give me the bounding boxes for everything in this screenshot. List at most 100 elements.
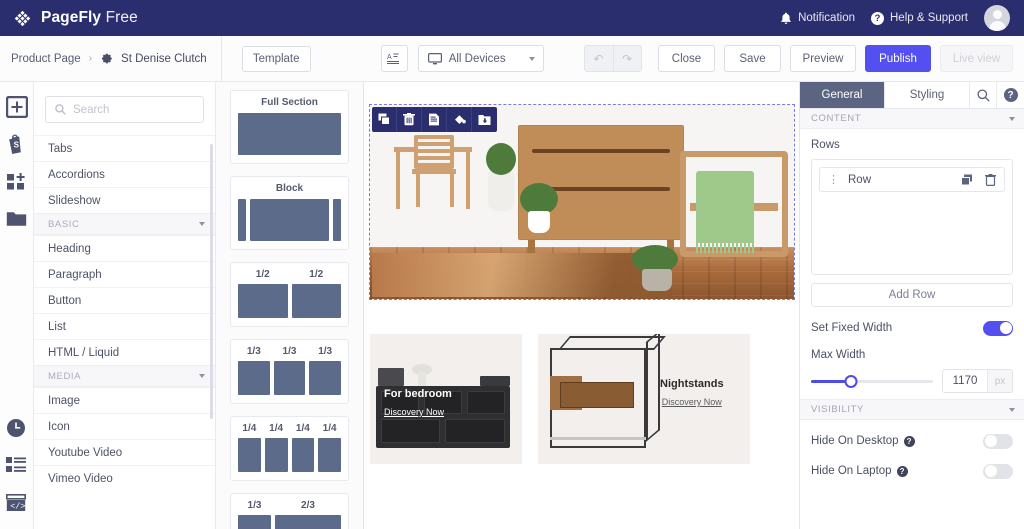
promo-card-bedroom[interactable]: For bedroom Discovery Now bbox=[370, 334, 522, 464]
visibility-options: Hide On Desktop ? Hide On Laptop ? bbox=[800, 420, 1024, 486]
set-fixed-width-toggle[interactable] bbox=[983, 321, 1013, 336]
question-circle-icon[interactable]: ? bbox=[904, 436, 915, 447]
page-canvas[interactable]: For bedroom Discovery Now Nightstands Di… bbox=[364, 82, 800, 529]
preview-button[interactable]: Preview bbox=[790, 45, 856, 72]
hide-on-desktop-row: Hide On Desktop ? bbox=[800, 426, 1024, 456]
save-folder-icon[interactable] bbox=[472, 107, 497, 132]
layout-block bbox=[238, 438, 261, 472]
element-item-image[interactable]: Image bbox=[34, 387, 215, 413]
add-row-button[interactable]: Add Row bbox=[811, 283, 1013, 307]
brand-plan: Free bbox=[106, 9, 138, 26]
publish-button[interactable]: Publish bbox=[865, 45, 931, 72]
layout-card-14-14-14-14[interactable]: 1/41/41/41/4 bbox=[230, 416, 349, 481]
properties-help-button[interactable]: ? bbox=[997, 82, 1024, 108]
paint-bucket-icon[interactable] bbox=[447, 107, 472, 132]
max-width-unit: px bbox=[987, 370, 1012, 392]
layout-preview bbox=[238, 515, 341, 529]
layout-col-label: 1/2 bbox=[292, 269, 342, 280]
drag-dots-icon[interactable]: ⋮ bbox=[828, 176, 839, 184]
element-item-html-liquid[interactable]: HTML / Liquid bbox=[34, 339, 215, 365]
element-item-accordions[interactable]: Accordions bbox=[34, 161, 215, 187]
redo-arrow-icon[interactable]: ↷ bbox=[613, 45, 642, 72]
element-item-button[interactable]: Button bbox=[34, 287, 215, 313]
layout-block bbox=[275, 515, 341, 529]
promo-link[interactable]: Discovery Now bbox=[660, 397, 724, 407]
element-item-tabs[interactable]: Tabs bbox=[34, 135, 215, 161]
element-item-label: Accordions bbox=[48, 169, 105, 181]
plus-square-icon[interactable] bbox=[6, 96, 28, 118]
hide-on-laptop-toggle[interactable] bbox=[983, 464, 1013, 479]
document-icon[interactable] bbox=[422, 107, 447, 132]
close-button[interactable]: Close bbox=[658, 45, 715, 72]
element-item-youtube-video[interactable]: Youtube Video bbox=[34, 439, 215, 465]
element-item-slideshow[interactable]: Slideshow bbox=[34, 187, 215, 213]
toolbar-divider bbox=[221, 36, 222, 82]
template-button[interactable]: Template bbox=[242, 46, 311, 72]
gear-icon[interactable] bbox=[100, 52, 113, 65]
tab-styling[interactable]: Styling bbox=[885, 82, 970, 108]
device-selector[interactable]: All Devices bbox=[418, 45, 544, 72]
row-list-item[interactable]: ⋮ Row bbox=[819, 167, 1005, 192]
tab-general[interactable]: General bbox=[800, 82, 885, 108]
layout-col-label: 1/4 bbox=[238, 423, 261, 434]
layout-card-title: Block bbox=[238, 183, 341, 194]
search-input[interactable] bbox=[73, 104, 193, 116]
clock-icon[interactable] bbox=[6, 418, 28, 440]
element-item-heading[interactable]: Heading bbox=[34, 235, 215, 261]
trash-icon[interactable] bbox=[397, 107, 422, 132]
layout-card-title: Full Section bbox=[238, 97, 341, 108]
layout-block bbox=[238, 515, 271, 529]
duplicate-icon[interactable] bbox=[961, 174, 973, 186]
save-button[interactable]: Save bbox=[724, 45, 781, 72]
shopify-bag-icon[interactable]: S bbox=[6, 134, 28, 156]
properties-search-button[interactable] bbox=[970, 82, 997, 108]
layout-card-12-12[interactable]: 1/2 1/2 bbox=[230, 262, 349, 327]
layout-card-full[interactable]: Full Section bbox=[230, 90, 349, 164]
trash-icon[interactable] bbox=[985, 174, 996, 186]
max-width-label-wrap: Max Width bbox=[800, 343, 1024, 363]
layers-list-icon[interactable] bbox=[6, 456, 28, 478]
max-width-slider[interactable] bbox=[811, 380, 933, 383]
elements-panel-scrollbar[interactable] bbox=[210, 144, 213, 419]
layout-card-13-23[interactable]: 1/32/3 bbox=[230, 493, 349, 529]
question-circle-icon[interactable]: ? bbox=[897, 466, 908, 477]
element-item-label: Youtube Video bbox=[48, 447, 122, 459]
element-item-icon[interactable]: Icon bbox=[34, 413, 215, 439]
layout-block bbox=[274, 361, 306, 395]
layout-block bbox=[238, 113, 341, 155]
promo-card-nightstands[interactable]: Nightstands Discovery Now bbox=[538, 334, 750, 464]
brand-logo-area[interactable]: PageFly Free bbox=[0, 9, 138, 28]
text-format-icon[interactable]: A bbox=[381, 45, 408, 72]
element-group-media[interactable]: MEDIA bbox=[34, 365, 215, 387]
max-width-field[interactable]: 1170 px bbox=[942, 369, 1013, 393]
layout-card-block[interactable]: Block bbox=[230, 176, 349, 250]
help-support-button[interactable]: ? Help & Support bbox=[871, 12, 968, 25]
layout-preview bbox=[238, 284, 341, 318]
duplicate-icon[interactable] bbox=[372, 107, 397, 132]
layout-block bbox=[250, 199, 329, 241]
slider-thumb[interactable] bbox=[845, 375, 858, 388]
user-avatar-icon[interactable] bbox=[984, 5, 1010, 31]
element-item-list[interactable]: List bbox=[34, 313, 215, 339]
element-item-vimeo-video[interactable]: Vimeo Video bbox=[34, 465, 215, 491]
folder-icon[interactable] bbox=[6, 210, 28, 232]
undo-arrow-icon[interactable]: ↶ bbox=[584, 45, 613, 72]
element-item-paragraph[interactable]: Paragraph bbox=[34, 261, 215, 287]
svg-text:</>: </> bbox=[10, 502, 25, 512]
content-section-header[interactable]: CONTENT bbox=[800, 109, 1024, 129]
notification-button[interactable]: Notification bbox=[780, 12, 855, 25]
visibility-section-title: VISIBILITY bbox=[811, 404, 864, 415]
layout-card-13-13-13[interactable]: 1/31/31/3 bbox=[230, 339, 349, 404]
max-width-value[interactable]: 1170 bbox=[943, 370, 987, 392]
breadcrumb-root[interactable]: Product Page bbox=[11, 53, 81, 65]
layout-col-label: 1/2 bbox=[238, 269, 288, 280]
layout-block bbox=[265, 438, 288, 472]
visibility-section-header[interactable]: VISIBILITY bbox=[800, 400, 1024, 420]
search-box[interactable] bbox=[45, 96, 204, 123]
grid-plus-icon[interactable] bbox=[6, 172, 28, 194]
hero-section-selected[interactable] bbox=[370, 105, 794, 299]
element-group-basic[interactable]: BASIC bbox=[34, 213, 215, 235]
hide-on-desktop-toggle[interactable] bbox=[983, 434, 1013, 449]
promo-link[interactable]: Discovery Now bbox=[384, 407, 452, 417]
code-window-icon[interactable]: </> bbox=[6, 494, 28, 516]
